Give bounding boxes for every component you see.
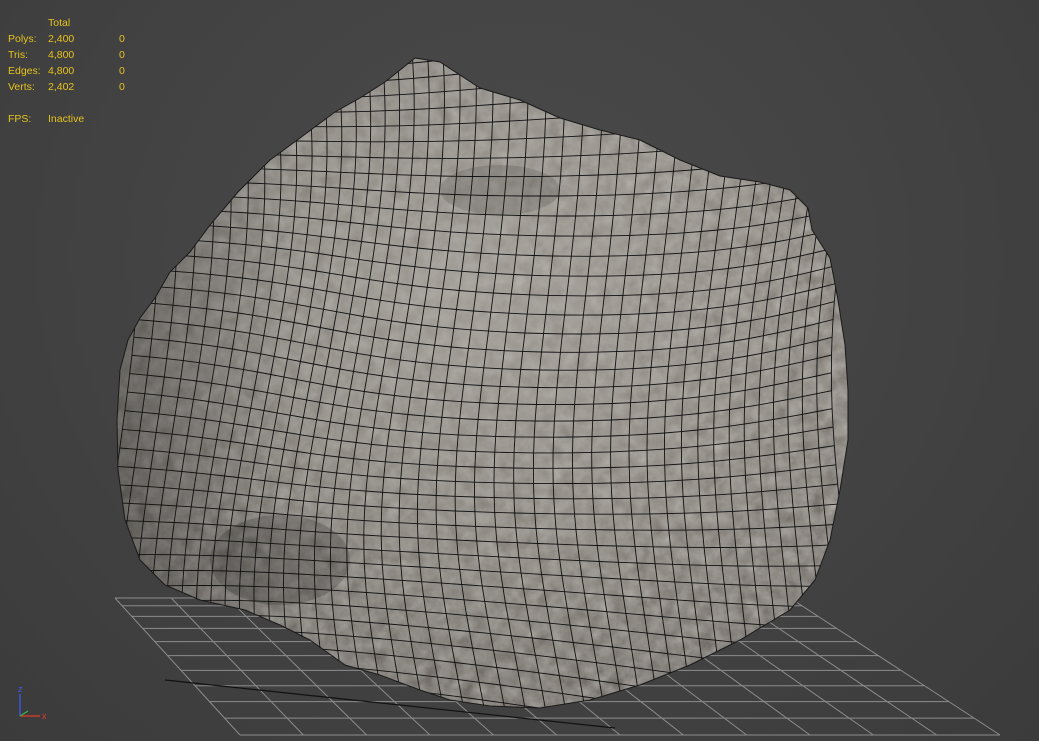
grid-line	[114, 597, 241, 736]
stats-selected-value: 0	[119, 81, 125, 93]
fps-value: Inactive	[48, 113, 85, 125]
stats-column-total-header: Total	[48, 17, 71, 29]
z-axis-label: z	[18, 684, 23, 694]
grid-line	[789, 597, 1001, 736]
stats-total-value: 4,800	[48, 65, 75, 77]
stats-selected-value: 0	[119, 65, 125, 77]
wire-edge	[110, 0, 881, 55]
stats-label: Verts:	[8, 81, 35, 93]
stats-selected-value: 0	[119, 49, 125, 61]
stats-total-value: 4,800	[48, 49, 75, 61]
axis-tripod-icon: z x	[18, 684, 47, 721]
wire-edge	[117, 58, 848, 70]
wire-edge	[120, 58, 848, 99]
stats-total-value: 2,402	[48, 81, 75, 93]
stats-label: Tris:	[8, 49, 29, 61]
stats-label: Edges:	[8, 65, 41, 77]
y-axis-line	[19, 710, 29, 717]
fps-label: FPS:	[8, 113, 32, 125]
wire-edge	[123, 59, 848, 113]
x-axis-label: x	[42, 711, 47, 721]
wire-edge	[117, 58, 848, 85]
perspective-viewport[interactable]: Total Polys: 2,400 0 Tris: 4,800 0 Edges…	[0, 0, 1039, 741]
stats-total-value: 2,400	[48, 33, 75, 45]
stats-label: Polys:	[8, 33, 37, 45]
rock-mesh[interactable]	[100, 0, 881, 741]
viewport-scene[interactable]	[0, 0, 1039, 741]
stats-selected-value: 0	[119, 33, 125, 45]
